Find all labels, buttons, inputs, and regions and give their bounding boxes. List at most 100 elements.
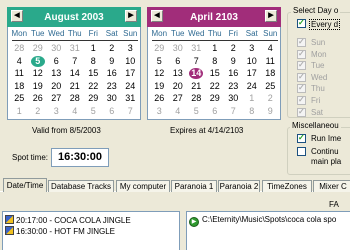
- calendar-day[interactable]: 6: [103, 105, 122, 118]
- calendar-day[interactable]: 21: [187, 80, 206, 93]
- calendar-day[interactable]: 26: [150, 92, 169, 105]
- calendar-day[interactable]: 25: [10, 92, 29, 105]
- calendar-day[interactable]: 4: [66, 105, 85, 118]
- calendar-day[interactable]: 1: [243, 92, 262, 105]
- calendar-day[interactable]: 12: [150, 67, 169, 80]
- continue-checkbox[interactable]: [297, 147, 306, 156]
- tab-date-time[interactable]: Date/Time: [3, 178, 47, 192]
- calendar-day[interactable]: 29: [84, 92, 103, 105]
- calendar-day[interactable]: 26: [29, 92, 48, 105]
- calendar-day[interactable]: 18: [261, 67, 280, 80]
- calendar-day[interactable]: 29: [150, 42, 169, 55]
- calendar-day[interactable]: 11: [10, 67, 29, 80]
- calendar-day[interactable]: 19: [150, 80, 169, 93]
- calendar-day[interactable]: 7: [187, 55, 206, 68]
- calendar-day[interactable]: 11: [261, 55, 280, 68]
- list-item[interactable]: 16:30:00 - HOT FM JINGLE: [5, 226, 115, 236]
- calendar-day[interactable]: 1: [84, 42, 103, 55]
- calendar-day[interactable]: 13: [169, 67, 188, 80]
- calendar-day[interactable]: 24: [121, 80, 140, 93]
- calendar-day[interactable]: 16: [224, 67, 243, 80]
- calendar-day[interactable]: 2: [103, 42, 122, 55]
- tab-mixer-c[interactable]: Mixer C: [313, 180, 350, 192]
- calendar-day[interactable]: 5: [150, 55, 169, 68]
- calendar-day[interactable]: 29: [29, 42, 48, 55]
- calendar-day[interactable]: 4: [169, 105, 188, 118]
- calendar-day[interactable]: 21: [66, 80, 85, 93]
- calendar-day[interactable]: 24: [243, 80, 262, 93]
- calendar-day[interactable]: 13: [47, 67, 66, 80]
- every-day-checkbox[interactable]: [297, 18, 306, 28]
- calendar-day[interactable]: 2: [29, 105, 48, 118]
- day-checkbox-mon[interactable]: [297, 49, 306, 59]
- calendar-day[interactable]: 20: [169, 80, 188, 93]
- calendar-day[interactable]: 5: [84, 105, 103, 118]
- calendar-day[interactable]: 30: [169, 42, 188, 55]
- calendar-day[interactable]: 30: [103, 92, 122, 105]
- calendar-day[interactable]: 3: [121, 42, 140, 55]
- calendar-day[interactable]: 3: [150, 105, 169, 118]
- calendar-day[interactable]: 10: [121, 55, 140, 68]
- calendar-day[interactable]: 4: [261, 42, 280, 55]
- calendar-day[interactable]: 2: [261, 92, 280, 105]
- calendar-day[interactable]: 29: [206, 92, 225, 105]
- calendar-day[interactable]: 17: [243, 67, 262, 80]
- day-checkbox-fri[interactable]: [297, 95, 306, 105]
- spot-time-input[interactable]: 16:30:00: [51, 148, 109, 167]
- calendar-day[interactable]: 15: [206, 67, 225, 80]
- tab-my-computer[interactable]: My computer: [116, 180, 170, 192]
- path-list[interactable]: ▶ C:\Eternity\Music\Spots\coca cola spo: [186, 211, 350, 250]
- calendar-day[interactable]: 18: [10, 80, 29, 93]
- calendar-day[interactable]: 28: [10, 42, 29, 55]
- day-checkbox-sat[interactable]: [297, 107, 306, 117]
- day-checkbox-sun[interactable]: [297, 37, 306, 47]
- calendar-day[interactable]: 3: [47, 105, 66, 118]
- calendar-day[interactable]: 4: [10, 55, 29, 68]
- calendar-day[interactable]: 5: [187, 105, 206, 118]
- calendar-day[interactable]: 27: [47, 92, 66, 105]
- calendar-day[interactable]: 28: [66, 92, 85, 105]
- calendar-day[interactable]: 7: [66, 55, 85, 68]
- calendar-day[interactable]: 6: [206, 105, 225, 118]
- calendar-day[interactable]: 17: [121, 67, 140, 80]
- calendar-day[interactable]: 22: [84, 80, 103, 93]
- calendar-day[interactable]: 16: [103, 67, 122, 80]
- calendar-day[interactable]: 6: [169, 55, 188, 68]
- calendar-day[interactable]: 3: [243, 42, 262, 55]
- calendar-day[interactable]: 19: [29, 80, 48, 93]
- run-immediately-checkbox[interactable]: [297, 133, 306, 143]
- calendar-day[interactable]: 23: [103, 80, 122, 93]
- calendar-day[interactable]: 31: [121, 92, 140, 105]
- calendar-day[interactable]: 8: [84, 55, 103, 68]
- list-item[interactable]: 20:17:00 - COCA COLA JINGLE: [5, 215, 131, 225]
- day-checkbox-wed[interactable]: [297, 72, 306, 82]
- calendar-day[interactable]: 31: [187, 42, 206, 55]
- calendar-day[interactable]: 9: [261, 105, 280, 118]
- calendar-day[interactable]: 30: [224, 92, 243, 105]
- calendar-day[interactable]: 14: [66, 67, 85, 80]
- tab-timezones[interactable]: TimeZones: [262, 180, 312, 192]
- tab-database-tracks[interactable]: Database Tracks: [48, 180, 114, 192]
- calendar-day[interactable]: 20: [47, 80, 66, 93]
- calendar-day[interactable]: 12: [29, 67, 48, 80]
- calendar-day[interactable]: 23: [224, 80, 243, 93]
- calendar-day[interactable]: 15: [84, 67, 103, 80]
- calendar-day[interactable]: 1: [206, 42, 225, 55]
- day-checkbox-tue[interactable]: [297, 60, 306, 71]
- calendar-day[interactable]: 30: [47, 42, 66, 55]
- calendar-day[interactable]: 9: [103, 55, 122, 68]
- prev-month-button[interactable]: ◀: [151, 10, 163, 22]
- calendar-day[interactable]: 8: [243, 105, 262, 118]
- calendar-day-selected[interactable]: 14: [187, 67, 206, 80]
- tab-paranoia-2[interactable]: Paranoia 2: [218, 180, 260, 192]
- next-month-button[interactable]: ▶: [265, 10, 277, 22]
- calendar-day[interactable]: 22: [206, 80, 225, 93]
- calendar-day[interactable]: 1: [10, 105, 29, 118]
- calendar-day[interactable]: 7: [121, 105, 140, 118]
- calendar-day[interactable]: 7: [224, 105, 243, 118]
- calendar-day[interactable]: 6: [47, 55, 66, 68]
- calendar-day[interactable]: 9: [224, 55, 243, 68]
- prev-month-button[interactable]: ◀: [11, 10, 23, 22]
- day-checkbox-thu[interactable]: [297, 83, 306, 94]
- calendar-day[interactable]: 8: [206, 55, 225, 68]
